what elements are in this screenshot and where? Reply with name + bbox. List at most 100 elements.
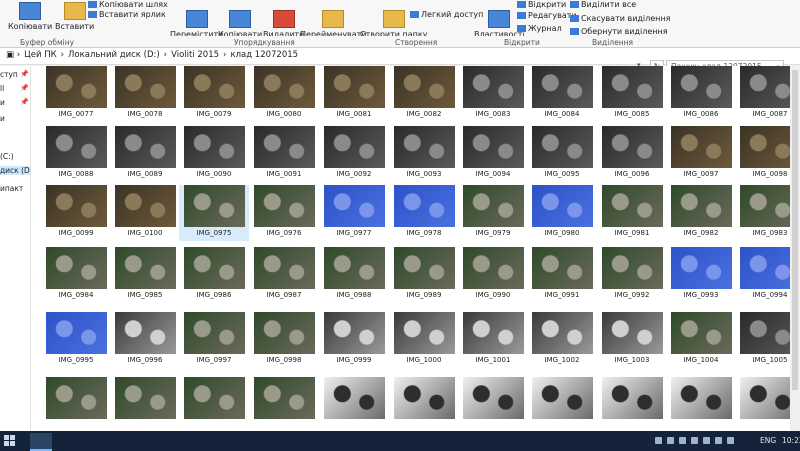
nav-item[interactable]: ll xyxy=(0,84,4,93)
file-tile[interactable]: IMG_0997 xyxy=(179,312,249,368)
file-tile[interactable]: IMG_0084 xyxy=(527,66,597,122)
ribbon-button-5[interactable]: Перемістити xyxy=(170,10,223,39)
file-tile[interactable]: IMG_0083 xyxy=(458,66,528,122)
ribbon-button-14[interactable]: Журнал xyxy=(517,24,562,34)
file-tile[interactable] xyxy=(389,377,459,431)
network-icon[interactable] xyxy=(667,437,674,444)
ribbon-button-3[interactable]: Копіювати шлях xyxy=(88,0,168,10)
file-tile[interactable] xyxy=(458,377,528,431)
file-tile[interactable]: IMG_0093 xyxy=(389,126,459,182)
file-tile[interactable]: IMG_0984 xyxy=(41,247,111,303)
breadcrumb-item[interactable]: Цей ПК xyxy=(24,50,56,60)
file-tile[interactable]: IMG_0082 xyxy=(389,66,459,122)
file-tile[interactable]: IMG_0089 xyxy=(110,126,180,182)
taskbar-explorer-button[interactable] xyxy=(30,433,52,451)
file-tile[interactable]: IMG_0979 xyxy=(458,185,528,241)
nav-item[interactable]: диск (D xyxy=(0,166,30,175)
file-tile[interactable] xyxy=(110,377,180,431)
file-tile[interactable] xyxy=(527,377,597,431)
bluetooth-icon[interactable] xyxy=(703,437,710,444)
nav-item[interactable]: (C:) xyxy=(0,152,14,161)
file-tile[interactable]: IMG_0086 xyxy=(666,66,736,122)
nav-item[interactable]: и xyxy=(0,98,5,107)
file-tile[interactable]: IMG_0991 xyxy=(527,247,597,303)
language-indicator[interactable]: ENG xyxy=(760,436,776,445)
file-tile[interactable]: IMG_0099 xyxy=(41,185,111,241)
file-tile[interactable] xyxy=(179,377,249,431)
file-tile[interactable]: IMG_0981 xyxy=(597,185,667,241)
ribbon-button-1[interactable]: Копіювати xyxy=(8,2,52,31)
file-tile[interactable]: IMG_0989 xyxy=(389,247,459,303)
nav-item[interactable]: ступ xyxy=(0,70,18,79)
file-tile[interactable] xyxy=(41,377,111,431)
file-tile[interactable]: IMG_1003 xyxy=(597,312,667,368)
file-tile[interactable]: IMG_0980 xyxy=(527,185,597,241)
file-tile[interactable]: IMG_0094 xyxy=(458,126,528,182)
tray-up-icon[interactable] xyxy=(655,437,662,444)
battery-icon[interactable] xyxy=(691,437,698,444)
notification-icon[interactable] xyxy=(715,437,722,444)
scrollbar-thumb[interactable] xyxy=(792,70,798,390)
file-tile[interactable]: IMG_0097 xyxy=(666,126,736,182)
file-tile[interactable]: IMG_0996 xyxy=(110,312,180,368)
file-tile[interactable]: IMG_0078 xyxy=(110,66,180,122)
pc-icon[interactable]: ▣ › xyxy=(6,50,20,60)
pin-icon[interactable]: 📌 xyxy=(20,70,29,78)
ribbon-button-10[interactable]: Легкий доступ xyxy=(410,10,483,20)
file-tile[interactable]: IMG_0100 xyxy=(110,185,180,241)
file-tile[interactable]: IMG_0976 xyxy=(249,185,319,241)
file-tile[interactable]: IMG_0081 xyxy=(319,66,389,122)
clock[interactable]: 10:22 xyxy=(782,436,800,445)
file-tile[interactable]: IMG_0095 xyxy=(527,126,597,182)
file-tile[interactable]: IMG_0990 xyxy=(458,247,528,303)
file-tile[interactable]: IMG_0091 xyxy=(249,126,319,182)
file-tile[interactable]: IMG_0993 xyxy=(666,247,736,303)
nav-item[interactable]: ипакт xyxy=(0,184,23,193)
tools-icon[interactable] xyxy=(727,437,734,444)
file-tile[interactable]: IMG_0995 xyxy=(41,312,111,368)
ribbon-button-13[interactable]: Редагувати xyxy=(517,11,577,21)
ribbon-button-16[interactable]: Скасувати виділення xyxy=(570,14,670,24)
file-tile[interactable]: IMG_0982 xyxy=(666,185,736,241)
file-tile[interactable]: IMG_0092 xyxy=(319,126,389,182)
file-tile[interactable]: IMG_1002 xyxy=(527,312,597,368)
file-tile[interactable]: IMG_0079 xyxy=(179,66,249,122)
file-tile[interactable]: IMG_0988 xyxy=(319,247,389,303)
file-tile[interactable]: IMG_0998 xyxy=(249,312,319,368)
ribbon-button-7[interactable]: Видалити xyxy=(263,10,304,39)
pin-icon[interactable]: 📌 xyxy=(20,84,29,92)
file-tile[interactable]: IMG_0977 xyxy=(319,185,389,241)
file-tile[interactable]: IMG_0978 xyxy=(389,185,459,241)
file-tile[interactable]: IMG_0987 xyxy=(249,247,319,303)
file-tile[interactable]: IMG_1001 xyxy=(458,312,528,368)
file-tile[interactable]: IMG_0085 xyxy=(597,66,667,122)
file-tile[interactable] xyxy=(666,377,736,431)
file-tile[interactable]: IMG_0096 xyxy=(597,126,667,182)
file-tile[interactable]: IMG_0090 xyxy=(179,126,249,182)
ribbon-button-6[interactable]: Копіювати xyxy=(218,10,262,39)
file-tile[interactable]: IMG_0986 xyxy=(179,247,249,303)
breadcrumb-item[interactable]: клад 12072015 xyxy=(230,50,298,60)
file-tile[interactable]: IMG_0088 xyxy=(41,126,111,182)
ribbon-button-4[interactable]: Вставити ярлик xyxy=(88,10,166,20)
breadcrumb-item[interactable]: Локальний диск (D:) xyxy=(68,50,160,60)
ribbon-button-15[interactable]: Виділити все xyxy=(570,0,636,10)
file-tile[interactable] xyxy=(319,377,389,431)
ribbon-button-12[interactable]: Відкрити xyxy=(517,0,566,10)
file-tile[interactable]: IMG_0992 xyxy=(597,247,667,303)
file-tile[interactable]: IMG_1000 xyxy=(389,312,459,368)
windows-start-icon[interactable] xyxy=(4,435,15,446)
file-tile[interactable] xyxy=(597,377,667,431)
volume-icon[interactable] xyxy=(679,437,686,444)
file-tile[interactable]: IMG_0999 xyxy=(319,312,389,368)
file-tile[interactable]: IMG_0985 xyxy=(110,247,180,303)
file-tile[interactable]: IMG_0080 xyxy=(249,66,319,122)
file-tile[interactable]: IMG_0975 xyxy=(179,185,249,241)
file-tile[interactable]: IMG_1004 xyxy=(666,312,736,368)
ribbon-button-8[interactable]: Перейменувати xyxy=(300,10,367,39)
nav-item[interactable]: и xyxy=(0,114,5,123)
breadcrumb-item[interactable]: Violiti 2015 xyxy=(171,50,219,60)
file-tile[interactable]: IMG_0077 xyxy=(41,66,111,122)
file-tile[interactable] xyxy=(249,377,319,431)
pin-icon[interactable]: 📌 xyxy=(20,98,29,106)
